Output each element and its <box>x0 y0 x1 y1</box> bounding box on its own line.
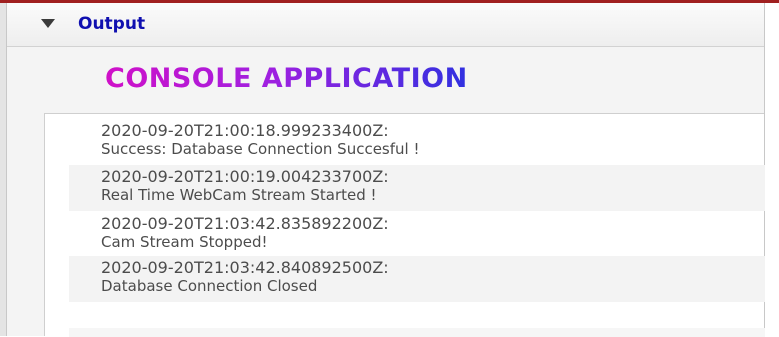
log-message: Real Time WebCam Stream Started ! <box>101 186 377 204</box>
output-panel-title: Output <box>78 14 146 34</box>
log-entry[interactable]: 2020-09-20T21:00:18.999233400Z: Success:… <box>69 119 765 165</box>
output-panel-header[interactable]: Output <box>7 3 764 47</box>
right-margin <box>765 3 779 336</box>
console-output-list[interactable]: 2020-09-20T21:00:18.999233400Z: Success:… <box>44 113 765 337</box>
log-timestamp: 2020-09-20T21:00:18.999233400Z: <box>101 121 389 140</box>
log-message: Success: Database Connection Succesful ! <box>101 140 420 158</box>
log-entry[interactable]: 2020-09-20T21:00:19.004233700Z: Real Tim… <box>69 165 765 211</box>
log-timestamp: 2020-09-20T21:03:42.840892500Z: <box>101 258 389 277</box>
output-panel: Output CONSOLE APPLICATION 2020-09-20T21… <box>6 3 765 337</box>
collapse-triangle-icon[interactable] <box>41 19 55 28</box>
log-message: Cam Stream Stopped! <box>101 233 268 251</box>
log-entry[interactable]: 2020-09-20T21:03:42.835892200Z: Cam Stre… <box>69 212 765 258</box>
console-title: CONSOLE APPLICATION <box>105 61 468 97</box>
log-timestamp: 2020-09-20T21:00:19.004233700Z: <box>101 167 389 186</box>
log-message: Database Connection Closed <box>101 277 318 295</box>
log-timestamp: 2020-09-20T21:03:42.835892200Z: <box>101 214 389 233</box>
log-entry[interactable]: 2020-09-20T21:03:42.840892500Z: Database… <box>69 256 765 302</box>
